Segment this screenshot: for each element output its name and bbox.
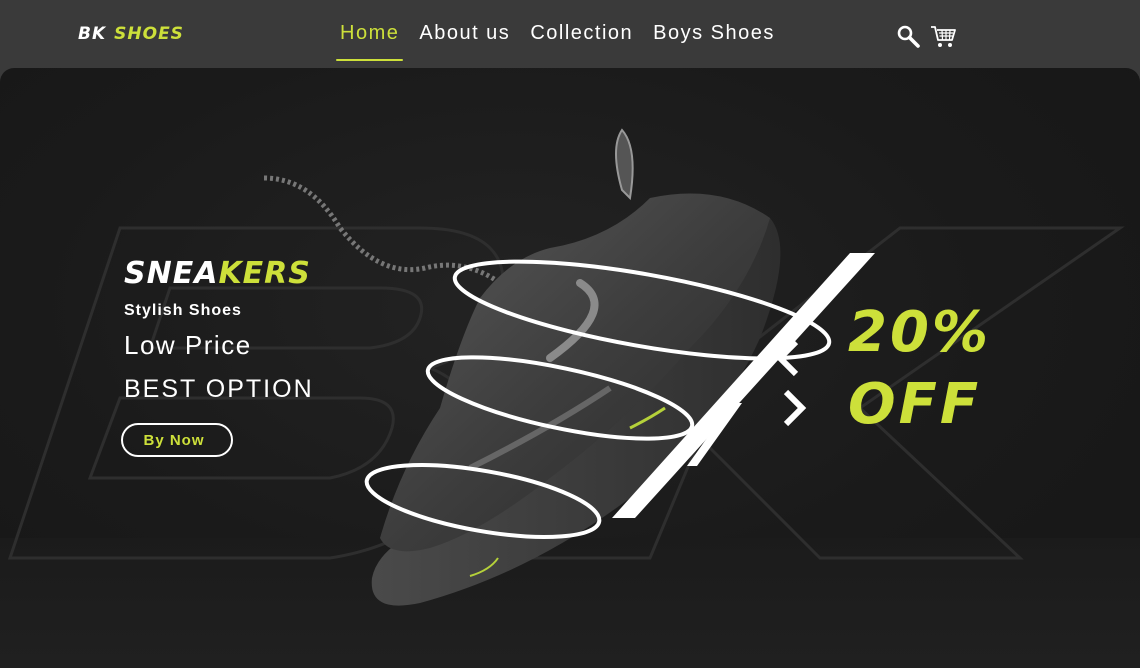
next-slide-arrow-icon[interactable] [778, 388, 812, 428]
buy-now-button[interactable]: By Now [121, 423, 233, 457]
discount-off-label: OFF [848, 372, 982, 437]
brand-logo[interactable]: BK SHOES [78, 24, 184, 44]
hero-subtitle: Stylish Shoes [124, 302, 242, 319]
brand-logo-part2: SHOES [114, 24, 184, 44]
hero-title: SNEAKERS [124, 256, 311, 291]
hero-line-best-option: BEST OPTION [124, 375, 314, 403]
hero-line-low-price: Low Price [124, 330, 252, 360]
search-icon[interactable] [896, 24, 922, 50]
hero-title-white: SNEA [124, 256, 219, 291]
nav-item-collection[interactable]: Collection [530, 22, 633, 61]
prev-slide-arrow-icon[interactable] [772, 338, 806, 378]
nav-item-home[interactable]: Home [335, 22, 404, 61]
top-navbar: BK SHOES Home About us Collection Boys Sh… [0, 0, 1140, 68]
cart-icon[interactable] [930, 24, 956, 50]
main-nav: Home About us Collection Boys Shoes [335, 22, 775, 61]
nav-item-boys-shoes[interactable]: Boys Shoes [653, 22, 775, 61]
hero-banner: SNEAKERS Stylish Shoes Low Price BEST OP… [0, 68, 1140, 668]
hero-title-green: KERS [218, 256, 311, 291]
discount-percent: 20% [848, 300, 992, 365]
nav-item-about-us[interactable]: About us [419, 22, 510, 61]
brand-logo-part1: BK [78, 24, 107, 44]
